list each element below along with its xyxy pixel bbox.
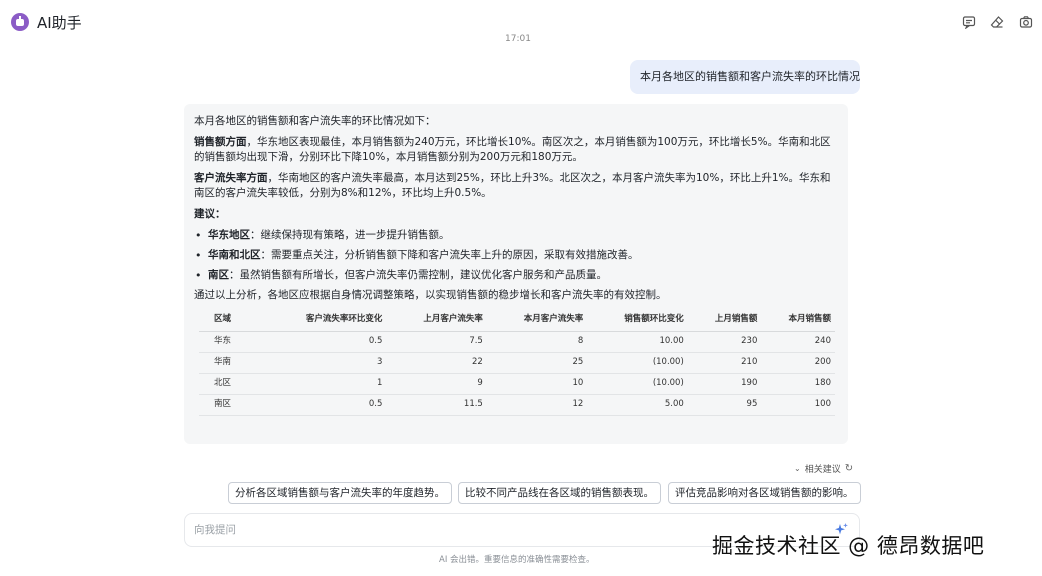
refresh-icon[interactable]: ↻: [845, 463, 853, 474]
answer-churn-paragraph: 客户流失率方面，华南地区的客户流失率最高，本月达到25%，环比上升3%。北区次之…: [194, 171, 838, 201]
answer-intro: 本月各地区的销售额和客户流失率的环比情况如下：: [194, 115, 436, 127]
table-cell: 210: [687, 352, 762, 374]
table-cell: 25: [486, 352, 588, 374]
watermark: 掘金技术社区 @ 德昂数据吧: [712, 534, 985, 558]
column-header: 本月客户流失率: [486, 309, 588, 332]
advice-text: ：需要重点关注，分析销售额下降和客户流失率上升的原因，采取有效措施改善。: [260, 249, 639, 261]
column-header: 区域: [199, 309, 259, 332]
advice-text: ：虽然销售额有所增长，但客户流失率仍需控制，建议优化客户服务和产品质量。: [229, 269, 607, 281]
region-data-table: 区域 客户流失率环比变化 上月客户流失率 本月客户流失率 销售额环比变化 上月销…: [199, 309, 835, 416]
table-row: 华南 3 22 25 (10.00) 210 200: [199, 352, 835, 374]
suggestion-chip[interactable]: 评估竞品影响对各区域销售额的影响。: [668, 482, 861, 504]
churn-heading: 客户流失率方面: [194, 172, 268, 184]
chevron-down-icon: ⌄: [794, 464, 801, 473]
advice-heading-text: 建议：: [194, 208, 226, 220]
table-cell: 180: [761, 373, 835, 395]
user-message-bubble: 本月各地区的销售额和客户流失率的环比情况: [630, 60, 860, 94]
table-cell: 200: [761, 352, 835, 374]
table-cell: 华东: [199, 331, 259, 353]
table-cell: 100: [761, 394, 835, 416]
table-cell: 1: [259, 373, 387, 395]
table-cell: 7.5: [386, 331, 487, 353]
suggestion-chip[interactable]: 比较不同产品线在各区域的销售额表现。: [458, 482, 661, 504]
sales-heading: 销售额方面: [194, 136, 247, 148]
advice-label: 华南和北区: [208, 249, 261, 261]
advice-label: 华东地区: [208, 229, 250, 241]
bot-logo-icon: [11, 13, 29, 31]
suggestion-chip[interactable]: 分析各区域销售额与客户流失率的年度趋势。: [228, 482, 452, 504]
table-cell: 5.00: [587, 394, 688, 416]
answer-conclusion: 通过以上分析，各地区应根据自身情况调整策略，以实现销售额的稳步增长和客户流失率的…: [194, 289, 667, 301]
table-cell: 0.5: [259, 331, 387, 353]
table-cell: 8: [486, 331, 588, 353]
table-cell: 华南: [199, 352, 259, 374]
table-cell: 12: [486, 394, 588, 416]
column-header: 本月销售额: [761, 309, 835, 332]
table-cell: 230: [687, 331, 762, 353]
table-cell: (10.00): [587, 373, 688, 395]
message-timestamp: 17:01: [505, 34, 531, 44]
table-cell: 9: [386, 373, 487, 395]
table-cell: 0.5: [259, 394, 387, 416]
advice-item: 南区：虽然销售额有所增长，但客户流失率仍需控制，建议优化客户服务和产品质量。: [194, 268, 838, 283]
table-cell: (10.00): [587, 352, 688, 374]
advice-item: 华南和北区：需要重点关注，分析销售额下降和客户流失率上升的原因，采取有效措施改善…: [194, 248, 838, 263]
question-input[interactable]: [194, 522, 794, 538]
table-cell: 190: [687, 373, 762, 395]
table-header-row: 区域 客户流失率环比变化 上月客户流失率 本月客户流失率 销售额环比变化 上月销…: [199, 309, 835, 332]
app-title: AI助手: [37, 14, 82, 32]
table-row: 北区 1 9 10 (10.00) 190 180: [199, 373, 835, 395]
chat-icon[interactable]: [962, 15, 976, 29]
sales-text: ，华东地区表现最佳，本月销售额为240万元，环比增长10%。南区次之，本月销售额…: [194, 136, 831, 163]
advice-heading: 建议：: [194, 207, 838, 222]
answer-sales-paragraph: 销售额方面，华东地区表现最佳，本月销售额为240万元，环比增长10%。南区次之，…: [194, 135, 838, 165]
table-cell: 95: [687, 394, 762, 416]
table-cell: 10.00: [587, 331, 688, 353]
table-cell: 3: [259, 352, 387, 374]
assistant-answer: 本月各地区的销售额和客户流失率的环比情况如下： 销售额方面，华东地区表现最佳，本…: [184, 104, 848, 444]
advice-text: ：继续保持现有策略，进一步提升销售额。: [250, 229, 450, 241]
column-header: 上月销售额: [687, 309, 762, 332]
advice-list: 华东地区：继续保持现有策略，进一步提升销售额。 华南和北区：需要重点关注，分析销…: [194, 228, 838, 283]
advice-label: 南区: [208, 269, 229, 281]
related-suggestions-toggle[interactable]: ⌄ 相关建议 ↻: [794, 462, 853, 475]
table-row: 南区 0.5 11.5 12 5.00 95 100: [199, 394, 835, 416]
camera-icon[interactable]: [1019, 15, 1033, 29]
table-cell: 北区: [199, 373, 259, 395]
churn-text: ，华南地区的客户流失率最高，本月达到25%，环比上升3%。北区次之，本月客户流失…: [194, 172, 831, 199]
ai-disclaimer: AI 会出错。重要信息的准确性需要检查。: [439, 555, 595, 565]
related-suggestions-label: 相关建议: [804, 465, 841, 475]
column-header: 上月客户流失率: [386, 309, 487, 332]
table-cell: 11.5: [386, 394, 487, 416]
table-cell: 南区: [199, 394, 259, 416]
table-cell: 22: [386, 352, 487, 374]
eraser-icon[interactable]: [990, 15, 1004, 29]
table-cell: 10: [486, 373, 588, 395]
column-header: 销售额环比变化: [587, 309, 688, 332]
table-row: 华东 0.5 7.5 8 10.00 230 240: [199, 331, 835, 353]
table-cell: 240: [761, 331, 835, 353]
column-header: 客户流失率环比变化: [259, 309, 387, 332]
advice-item: 华东地区：继续保持现有策略，进一步提升销售额。: [194, 228, 838, 243]
